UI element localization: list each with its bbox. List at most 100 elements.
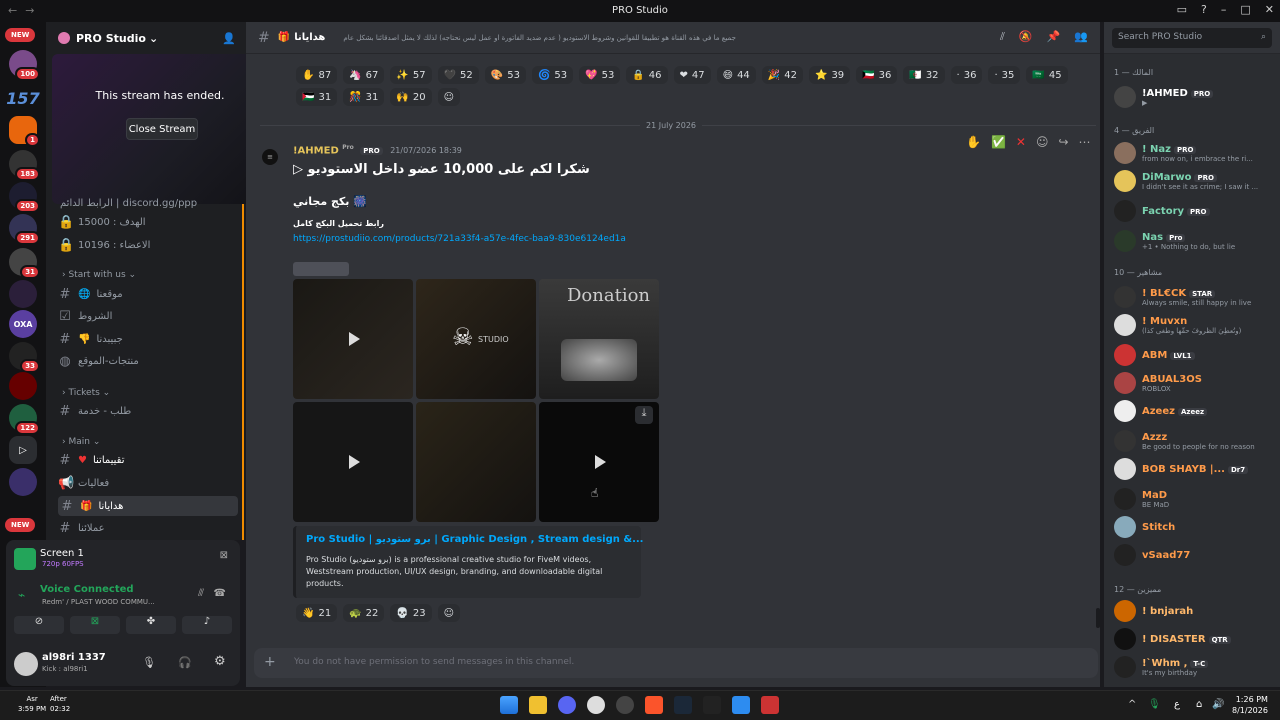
steam-icon[interactable] [674, 696, 692, 714]
app-icon[interactable] [732, 696, 750, 714]
reaction-pill[interactable]: ✋ 87 [296, 66, 338, 84]
close-button[interactable]: ✕ [1265, 3, 1274, 16]
server-icon[interactable]: 157 [6, 84, 40, 112]
add-reaction-icon[interactable]: ☺ [437, 604, 460, 622]
reaction-pill[interactable]: 💀 23 [390, 604, 432, 622]
maximize-button[interactable]: □ [1240, 3, 1250, 16]
server-icon[interactable] [9, 372, 37, 400]
reaction-pill[interactable]: 🇸🇦 45 [1026, 66, 1068, 84]
reaction-pill[interactable]: 🌀 53 [531, 66, 574, 84]
member-item[interactable]: MaD BE MaD [1114, 487, 1274, 511]
member-item[interactable]: ! bnjarah [1114, 599, 1274, 623]
reaction-pill[interactable]: · 35 [988, 66, 1021, 84]
member-item[interactable]: ABUAL3OS ROBLOX [1114, 371, 1274, 395]
server-icon[interactable]: 1 [9, 116, 40, 147]
reaction-pill[interactable]: 🖤 52 [437, 66, 479, 84]
server-icon[interactable]: 203 [9, 182, 40, 213]
member-item[interactable]: Factory PRO [1114, 199, 1274, 223]
embed-title[interactable]: Pro Studio | برو ستوديو | Graphic Design… [306, 534, 643, 545]
hand-icon[interactable]: ✋ [966, 135, 981, 149]
camera-off-button[interactable]: ⊘ [14, 616, 64, 634]
channel-item[interactable]: ☑ الشروط [58, 306, 112, 326]
category-tickets[interactable]: › Tickets ⌄ [62, 388, 110, 398]
image-thumbnail[interactable]: ☠ STUDIO [416, 279, 536, 399]
server-icon[interactable]: 183 [9, 150, 40, 181]
volume-icon[interactable]: 🔊 [1212, 699, 1224, 710]
download-icon[interactable]: ⤓ [635, 406, 653, 424]
reaction-pill[interactable]: 👋 21 [296, 604, 338, 622]
add-member-icon[interactable]: 👤 [222, 32, 236, 45]
server-icon[interactable]: 33 [9, 342, 40, 373]
reaction-pill[interactable]: 🇵🇸 31 [296, 88, 338, 106]
more-icon[interactable]: ⋯ [1079, 135, 1091, 149]
pin-icon[interactable]: 📌 [1047, 30, 1061, 44]
channel-item[interactable]: # عملائنا [58, 518, 105, 538]
image-thumbnail[interactable] [416, 402, 536, 522]
inbox-icon[interactable]: ▭ [1177, 3, 1187, 16]
x-icon[interactable]: ✕ [1016, 135, 1026, 149]
check-icon[interactable]: ✅ [991, 135, 1006, 149]
product-link[interactable]: https://prostudiio.com/products/721a33f4… [293, 234, 626, 244]
channel-item[interactable]: ◍ منتجات-الموقع [58, 351, 138, 371]
network-icon[interactable]: ⌂ [1196, 699, 1202, 710]
channel-item-selected[interactable]: # 🎁 هدايانا [58, 496, 238, 516]
soundboard-button[interactable]: ♪ [182, 616, 232, 634]
video-thumbnail[interactable] [293, 279, 413, 399]
reaction-pill[interactable]: 🦄 67 [343, 66, 385, 84]
scrollbar[interactable] [1096, 608, 1100, 628]
stop-share-icon[interactable]: ⊠ [220, 550, 228, 561]
language-indicator[interactable]: ع [1174, 699, 1180, 710]
video-thumbnail[interactable]: ⤓ ☝ [539, 402, 659, 522]
username[interactable]: al98ri 1337 [42, 652, 106, 663]
reaction-pill[interactable]: 🐢 22 [343, 604, 385, 622]
image-thumbnail[interactable]: Donation [539, 279, 659, 399]
member-item[interactable]: ABM LVL1 [1114, 343, 1274, 367]
channel-item[interactable]: # ♥ تقييماتنا [58, 450, 125, 470]
mic-icon[interactable]: 🎙 [142, 656, 156, 669]
member-item[interactable]: Azeez Azeez [1114, 399, 1274, 423]
reaction-pill[interactable]: 🎨 53 [484, 66, 526, 84]
reaction-pill[interactable]: 🎉 42 [761, 66, 803, 84]
emoji-icon[interactable]: ☺ [1036, 135, 1049, 149]
tray-chevron-icon[interactable]: ^ [1128, 699, 1136, 710]
category-start[interactable]: › Start with us ⌄ [62, 270, 136, 280]
member-item[interactable]: DiMarwo PRO I didn't see it as crime; I sa… [1114, 169, 1274, 193]
settings-gear-icon[interactable]: ⚙ [214, 654, 226, 669]
channel-topic[interactable]: جميع ما في هذه القناة هو تطبيقا للقوانين… [343, 34, 743, 42]
reaction-pill[interactable]: · 36 [950, 66, 983, 84]
pro-studio-server-icon[interactable]: ▷ [9, 436, 37, 464]
reaction-pill[interactable]: 🇩🇿 32 [903, 66, 945, 84]
share-screen-button[interactable]: ⊠ [70, 616, 120, 634]
message-avatar[interactable]: ≡ [262, 149, 278, 165]
app-icon[interactable] [703, 696, 721, 714]
server-icon[interactable] [9, 280, 37, 308]
member-item[interactable]: Nas Pro +1 • Nothing to do, but lie [1114, 229, 1274, 253]
member-item[interactable]: ! Muvxn (وتُعطِيَ الظروفَ حقّها وطغى كذا) [1114, 313, 1274, 337]
member-item[interactable]: Stitch [1114, 515, 1274, 539]
video-thumbnail[interactable] [293, 402, 413, 522]
channel-item[interactable]: # طلب - خدمة [58, 401, 132, 421]
headphones-icon[interactable]: 🎧 [178, 656, 192, 669]
category-main[interactable]: › Main ⌄ [62, 437, 100, 447]
help-icon[interactable]: ? [1201, 3, 1207, 16]
forward-icon[interactable]: ↪ [1058, 135, 1068, 149]
minimize-button[interactable]: – [1221, 3, 1227, 16]
threads-icon[interactable]: ⫽ [1000, 30, 1005, 44]
member-item[interactable]: BOB SHAYB |... Dr7 [1114, 457, 1274, 481]
member-item[interactable]: !`Whm , T-C It's my birthday [1114, 655, 1274, 679]
start-icon[interactable] [500, 696, 518, 714]
reaction-pill[interactable]: 🔒 46 [626, 66, 668, 84]
member-item[interactable]: ! BL€CK STAR Always smile, still happy in … [1114, 285, 1274, 309]
mic-tray-icon[interactable]: 🎙 [1148, 699, 1161, 710]
reaction-pill[interactable]: 😄 44 [716, 66, 756, 84]
goal-channel[interactable]: 🔒 الهدف : 15000 [58, 212, 146, 232]
voice-status[interactable]: Voice Connected [40, 584, 134, 595]
server-icon[interactable]: 100 [9, 50, 40, 81]
discord-icon[interactable] [558, 696, 576, 714]
server-icon[interactable]: 122 [9, 404, 40, 435]
members-icon[interactable]: 👥 [1074, 30, 1088, 44]
add-reaction-icon[interactable]: ☺ [437, 88, 460, 106]
reaction-pill[interactable]: 🎊 31 [343, 88, 385, 106]
voice-channel[interactable]: Redm' / PLAST WOOD COMMU... [42, 598, 155, 606]
brave-icon[interactable] [645, 696, 663, 714]
